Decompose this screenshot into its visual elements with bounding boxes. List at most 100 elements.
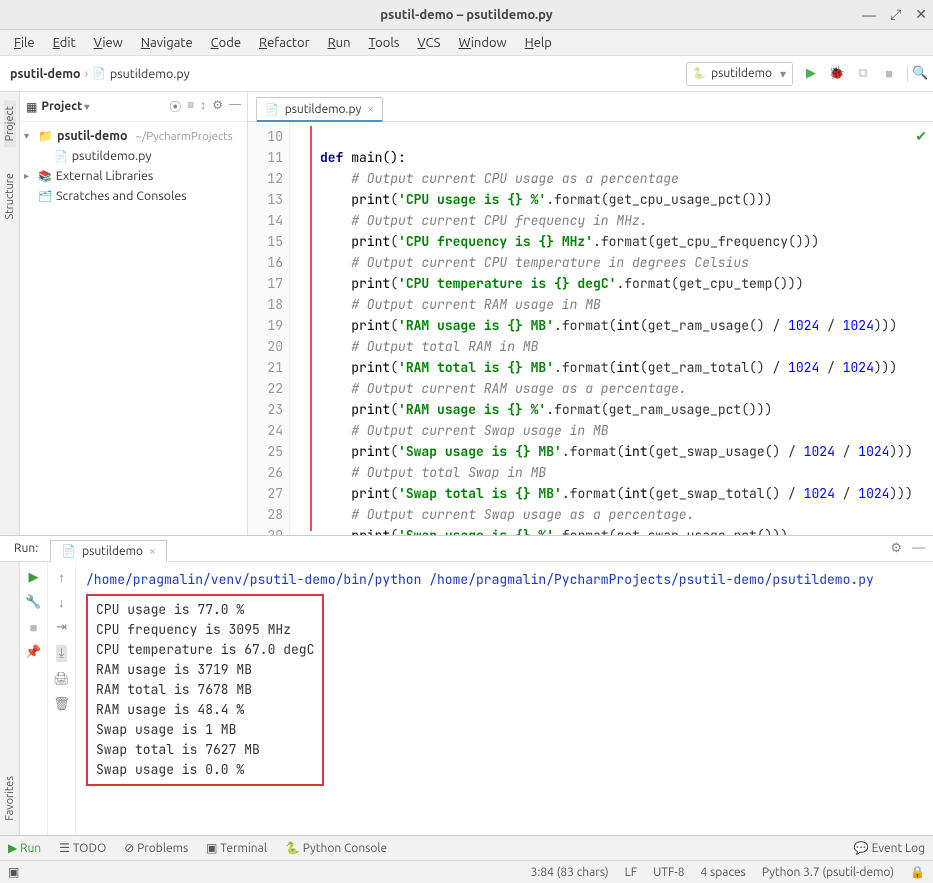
line-sep[interactable]: LF	[625, 866, 637, 879]
gear-icon[interactable]: ⚙	[212, 98, 223, 115]
run-command-line: /home/pragmalin/venv/psutil-demo/bin/pyt…	[86, 570, 923, 590]
breadcrumb-file[interactable]: psutildemo.py	[110, 67, 190, 81]
indent[interactable]: 4 spaces	[701, 866, 746, 879]
menu-navigate[interactable]: Navigate	[133, 34, 201, 52]
menu-window[interactable]: Window	[450, 34, 514, 52]
side-tab-project[interactable]: Project	[4, 100, 16, 147]
tool-windows-icon[interactable]: ▣	[8, 865, 19, 879]
editor-tab-active[interactable]: 📄 psutildemo.py ×	[256, 97, 383, 121]
tree-scratches-label: Scratches and Consoles	[56, 189, 187, 203]
todo-tool-tab[interactable]: ☰ TODO	[59, 841, 106, 855]
code-content[interactable]: def main(): # Output current CPU usage a…	[312, 122, 933, 535]
output-line: RAM usage is 48.4 %	[96, 700, 314, 720]
run-tab-label: psutildemo	[82, 545, 143, 558]
project-view-select[interactable]: Project	[41, 100, 89, 113]
code-editor[interactable]: 1011121314151617181920212223242526272829…	[248, 122, 933, 535]
output-line: RAM total is 7678 MB	[96, 680, 314, 700]
print-icon[interactable]: 🖨	[53, 672, 70, 687]
python-console-tool-tab[interactable]: 🐍 Python Console	[285, 841, 387, 855]
coverage-icon[interactable]: ⧉	[855, 66, 871, 82]
analysis-ok-icon[interactable]: ✔	[915, 128, 927, 145]
run-output[interactable]: /home/pragmalin/venv/psutil-demo/bin/pyt…	[76, 562, 933, 835]
collapse-icon[interactable]: ↕	[200, 98, 206, 115]
menu-tools[interactable]: Tools	[361, 34, 408, 52]
output-line: Swap usage is 0.0 %	[96, 760, 314, 780]
scroll-end-icon[interactable]: ⤓	[56, 645, 68, 662]
output-line: Swap usage is 1 MB	[96, 720, 314, 740]
tool-window-bar: ▶ Run ☰ TODO ⊘ Problems ▣ Terminal 🐍 Pyt…	[0, 835, 933, 860]
run-config-select[interactable]: psutildemo	[686, 62, 793, 86]
chevron-right-icon: ›	[85, 67, 89, 81]
minimize-icon[interactable]: —	[862, 7, 876, 23]
run-icon[interactable]: ▶	[803, 66, 819, 82]
maximize-icon[interactable]: ⤢	[890, 6, 901, 23]
problems-tool-tab[interactable]: ⊘ Problems	[124, 841, 188, 855]
main-area: Project Structure ▦ Project ⦿ ≡ ↕ ⚙ — ▾ …	[0, 92, 933, 535]
run-panel-label: Run:	[8, 542, 44, 555]
stop-icon[interactable]: ■	[881, 66, 897, 82]
stop-icon[interactable]: ■	[30, 620, 38, 635]
project-pane: ▦ Project ⦿ ≡ ↕ ⚙ — ▾ 📁 psutil-demo ~/Py…	[20, 92, 248, 535]
rerun-icon[interactable]: ▶	[29, 570, 39, 585]
python-file-icon: 📄	[265, 103, 279, 116]
tree-file[interactable]: 📄 psutildemo.py	[20, 146, 247, 166]
interpreter-status[interactable]: Python 3.7 (psutil-demo)	[762, 866, 894, 879]
hide-pane-icon[interactable]: —	[229, 98, 241, 115]
up-stack-icon[interactable]: ↑	[58, 570, 65, 585]
output-line: CPU usage is 77.0 %	[96, 600, 314, 620]
breadcrumb-root[interactable]: psutil-demo	[10, 67, 81, 81]
close-tab-icon[interactable]: ×	[367, 103, 374, 116]
python-file-icon: 📄	[61, 544, 76, 558]
menu-file[interactable]: File	[6, 34, 43, 52]
favorites-strip: Favorites	[0, 562, 20, 835]
expand-icon[interactable]: ≡	[187, 98, 194, 115]
tree-ext-libs[interactable]: ▸ 📚 External Libraries	[20, 166, 247, 186]
side-tab-favorites[interactable]: Favorites	[4, 770, 16, 827]
editor-tab-label: psutildemo.py	[285, 103, 362, 116]
close-tab-icon[interactable]: ×	[149, 545, 156, 558]
chevron-right-icon[interactable]: ▸	[24, 170, 34, 182]
trash-icon[interactable]: 🗑	[53, 697, 70, 712]
chevron-down-icon[interactable]: ▾	[24, 130, 34, 142]
lock-icon[interactable]: 🔒	[910, 865, 925, 879]
run-body: Favorites ▶ 🔧 ■ 📌 ↑ ↓ ⇥ ⤓ 🖨 🗑 /home/prag…	[0, 562, 933, 835]
close-icon[interactable]: ✕	[915, 6, 927, 23]
encoding[interactable]: UTF-8	[653, 866, 684, 879]
menu-vcs[interactable]: VCS	[409, 34, 448, 52]
run-tool-tab[interactable]: ▶ Run	[8, 841, 41, 855]
tree-root[interactable]: ▾ 📁 psutil-demo ~/PycharmProjects	[20, 126, 247, 146]
hide-pane-icon[interactable]: —	[912, 541, 925, 556]
menu-help[interactable]: Help	[517, 34, 560, 52]
menu-edit[interactable]: Edit	[45, 34, 84, 52]
menubar: FileEditViewNavigateCodeRefactorRunTools…	[0, 30, 933, 56]
project-tree[interactable]: ▾ 📁 psutil-demo ~/PycharmProjects 📄 psut…	[20, 122, 247, 210]
run-tab-active[interactable]: 📄 psutildemo ×	[50, 540, 167, 562]
output-line: CPU temperature is 67.0 degC	[96, 640, 314, 660]
event-log-tab[interactable]: 💬 Event Log	[854, 841, 925, 855]
menu-view[interactable]: View	[86, 34, 131, 52]
locate-icon[interactable]: ⦿	[169, 98, 181, 115]
output-line: RAM usage is 3719 MB	[96, 660, 314, 680]
debug-icon[interactable]: 🐞	[829, 66, 845, 82]
gear-icon[interactable]: ⚙	[890, 541, 902, 556]
tree-scratches[interactable]: 🗂 Scratches and Consoles	[20, 186, 247, 206]
config-icon[interactable]: 🔧	[25, 595, 41, 610]
menu-run[interactable]: Run	[320, 34, 359, 52]
caret-pos[interactable]: 3:84 (83 chars)	[531, 866, 609, 879]
folder-icon: 📁	[38, 129, 53, 143]
window-controls: — ⤢ ✕	[862, 0, 927, 29]
line-gutter[interactable]: 1011121314151617181920212223242526272829…	[248, 122, 290, 535]
tree-root-label: psutil-demo	[57, 129, 128, 143]
editor-area: 📄 psutildemo.py × 1011121314151617181920…	[248, 92, 933, 535]
output-line: Swap total is 7627 MB	[96, 740, 314, 760]
pin-icon[interactable]: 📌	[25, 645, 41, 660]
down-stack-icon[interactable]: ↓	[58, 595, 65, 610]
side-tab-structure[interactable]: Structure	[4, 167, 16, 226]
menu-refactor[interactable]: Refactor	[251, 34, 318, 52]
titlebar: psutil-demo – psutildemo.py — ⤢ ✕	[0, 0, 933, 30]
menu-code[interactable]: Code	[203, 34, 249, 52]
output-line: CPU frequency is 3095 MHz	[96, 620, 314, 640]
search-icon[interactable]: 🔍	[907, 66, 923, 82]
terminal-tool-tab[interactable]: ▣ Terminal	[206, 841, 267, 855]
softwrap-icon[interactable]: ⇥	[56, 620, 67, 635]
